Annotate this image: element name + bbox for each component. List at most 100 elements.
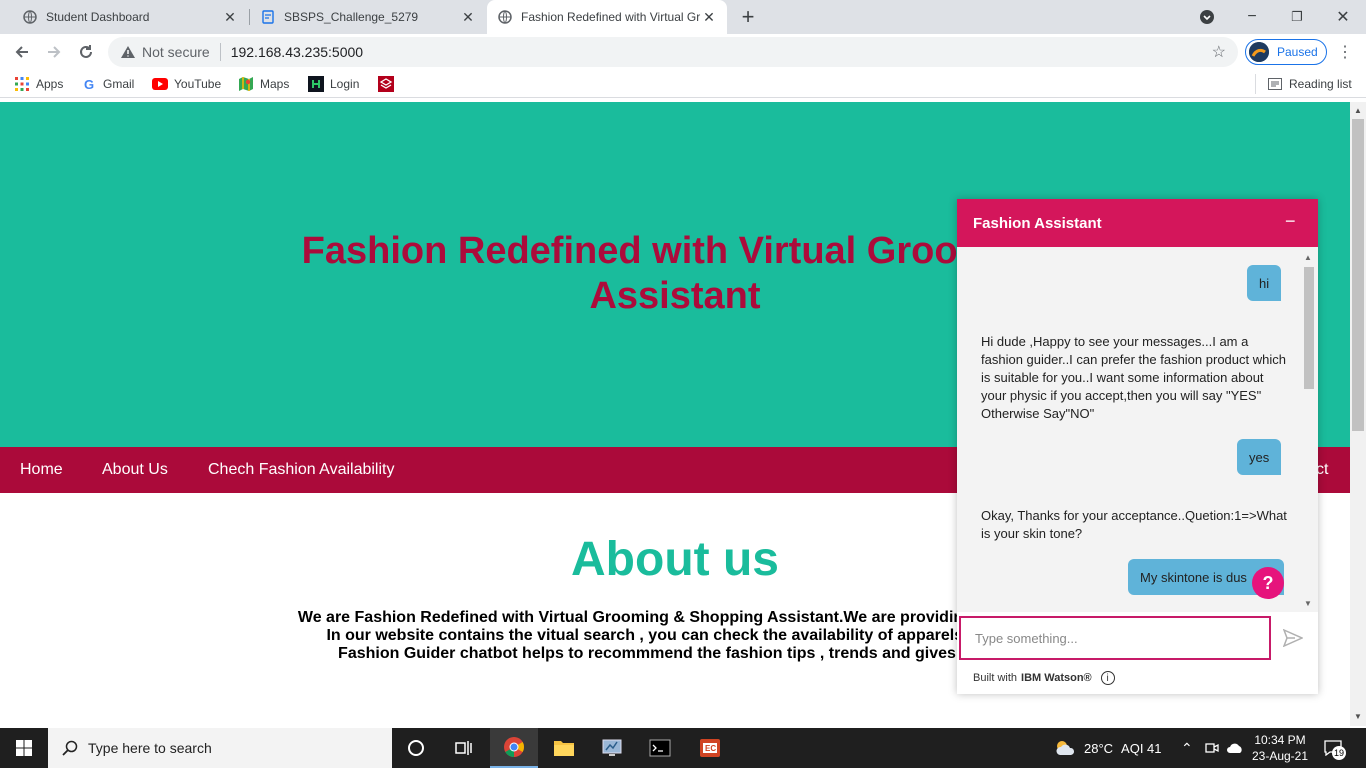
user-message: hi bbox=[1247, 265, 1282, 301]
google-icon: G bbox=[83, 76, 95, 92]
terminal-app[interactable] bbox=[636, 728, 684, 768]
globe-icon bbox=[22, 9, 38, 25]
windows-icon bbox=[16, 740, 32, 756]
send-icon bbox=[1283, 629, 1303, 647]
powerpoint-app[interactable]: EC bbox=[686, 728, 734, 768]
close-icon[interactable]: ✕ bbox=[222, 9, 238, 25]
footer-brand: IBM Watson® bbox=[1021, 672, 1092, 684]
scroll-up-icon[interactable]: ▲ bbox=[1304, 253, 1312, 262]
clock[interactable]: 10:34 PM 23-Aug-21 bbox=[1246, 728, 1314, 768]
weather-widget[interactable]: 28°C AQI 41 bbox=[1054, 728, 1162, 768]
profile-status: Paused bbox=[1277, 45, 1318, 59]
chat-widget: Fashion Assistant − hi Hi dude ,Happy to… bbox=[957, 199, 1318, 694]
task-view-icon bbox=[455, 741, 472, 755]
chat-scroll-thumb[interactable] bbox=[1304, 267, 1314, 389]
bookmark-label: Login bbox=[330, 77, 360, 91]
restore-window-button[interactable]: ❐ bbox=[1283, 3, 1311, 31]
nav-check-fashion-availability[interactable]: Chech Fashion Availability bbox=[208, 461, 394, 479]
chrome-app[interactable] bbox=[490, 728, 538, 768]
profile-button[interactable]: Paused bbox=[1245, 39, 1327, 65]
send-button[interactable] bbox=[1282, 627, 1304, 649]
tab-fashion-redefined[interactable]: Fashion Redefined with Virtual Gr ✕ bbox=[487, 0, 727, 34]
tab-sbsps-challenge[interactable]: SBSPS_Challenge_5279 ✕ bbox=[250, 0, 486, 34]
chat-input[interactable]: Type something... bbox=[959, 616, 1271, 660]
reading-list-label: Reading list bbox=[1289, 77, 1352, 91]
terminal-icon bbox=[649, 739, 671, 757]
cloud-sun-icon bbox=[1054, 739, 1078, 757]
temperature: 28°C bbox=[1084, 740, 1114, 756]
bookmark-apps[interactable]: Apps bbox=[14, 75, 63, 93]
notifications-button[interactable]: 19 bbox=[1324, 728, 1346, 768]
search-icon bbox=[62, 740, 78, 756]
notification-icon: 19 bbox=[1324, 740, 1346, 760]
clock-date: 23-Aug-21 bbox=[1251, 749, 1309, 763]
bookmark-maps[interactable]: Maps bbox=[238, 75, 289, 93]
page-scrollbar[interactable]: ▲ ▼ bbox=[1350, 102, 1366, 726]
presentation-icon: EC bbox=[700, 739, 720, 757]
control-panel-app[interactable] bbox=[588, 728, 636, 768]
address-bar[interactable]: Not secure 192.168.43.235:5000 ☆ bbox=[108, 37, 1238, 67]
onedrive-icon[interactable] bbox=[1226, 728, 1244, 768]
nav-home[interactable]: Home bbox=[20, 461, 63, 479]
browser-toolbar: Not secure 192.168.43.235:5000 ☆ Paused … bbox=[0, 34, 1366, 70]
new-tab-button[interactable]: + bbox=[734, 3, 762, 31]
tab-search-button[interactable] bbox=[1193, 3, 1221, 31]
scroll-up-icon[interactable]: ▲ bbox=[1354, 106, 1362, 115]
nav-about-us[interactable]: About Us bbox=[102, 461, 168, 479]
chat-input-placeholder: Type something... bbox=[975, 630, 1078, 646]
bookmark-label: Gmail bbox=[103, 77, 135, 91]
security-label[interactable]: Not secure bbox=[142, 44, 210, 60]
forward-button[interactable] bbox=[40, 38, 68, 66]
folder-icon bbox=[554, 741, 574, 756]
close-icon[interactable]: ✕ bbox=[701, 9, 717, 25]
chevron-up-icon[interactable]: ⌃ bbox=[1181, 728, 1193, 768]
cortana-icon bbox=[408, 740, 424, 756]
bookmark-login[interactable]: Login bbox=[308, 75, 359, 93]
minimize-chat-button[interactable]: − bbox=[1285, 211, 1296, 232]
taskbar-search[interactable]: Type here to search bbox=[48, 728, 392, 768]
globe-icon bbox=[497, 9, 513, 25]
more-menu-icon[interactable]: ⋮ bbox=[1331, 38, 1359, 66]
footer-prefix: Built with bbox=[973, 672, 1018, 684]
bookmark-label: Maps bbox=[260, 77, 290, 91]
taskbar: Type here to search EC 28°C AQI 41 ⌃ 10:… bbox=[0, 728, 1366, 768]
bookmark-label: YouTube bbox=[174, 77, 222, 91]
bookmark-youtube[interactable]: YouTube bbox=[152, 75, 221, 93]
bot-message: Hi dude ,Happy to see your messages...I … bbox=[981, 334, 1286, 421]
close-window-button[interactable]: ✕ bbox=[1329, 3, 1357, 31]
clock-time: 10:34 PM bbox=[1254, 733, 1306, 747]
bookmarks-bar: Apps G Gmail YouTube Maps Login Reading … bbox=[0, 70, 1366, 98]
reading-list-button[interactable]: Reading list bbox=[1267, 75, 1352, 93]
arrow-left-icon bbox=[15, 46, 28, 58]
file-explorer-app[interactable] bbox=[540, 728, 588, 768]
chat-title: Fashion Assistant bbox=[973, 215, 1102, 232]
minimize-window-button[interactable]: − bbox=[1238, 3, 1266, 31]
help-button[interactable]: ? bbox=[1252, 567, 1284, 599]
back-button[interactable] bbox=[8, 38, 36, 66]
notification-count: 19 bbox=[1332, 746, 1346, 760]
info-icon[interactable]: i bbox=[1100, 671, 1115, 685]
scroll-down-icon[interactable]: ▼ bbox=[1354, 712, 1362, 721]
chat-scrollbar[interactable]: ▲ ▼ bbox=[1301, 251, 1315, 611]
bookmark-gmail[interactable]: G Gmail bbox=[81, 75, 134, 93]
svg-text:EC: EC bbox=[705, 744, 716, 753]
avatar bbox=[1249, 42, 1269, 62]
bookmark-unnamed[interactable] bbox=[378, 75, 400, 93]
task-view-button[interactable] bbox=[440, 728, 488, 768]
chat-footer: Built with IBM Watson® i bbox=[973, 671, 1115, 685]
bookmark-label: Apps bbox=[36, 77, 64, 91]
red-layers-icon bbox=[378, 76, 394, 92]
tab-title: Student Dashboard bbox=[46, 10, 150, 24]
document-icon bbox=[260, 9, 276, 25]
divider bbox=[219, 43, 221, 61]
star-icon[interactable]: ☆ bbox=[1212, 42, 1226, 62]
tab-student-dashboard[interactable]: Student Dashboard ✕ bbox=[12, 0, 248, 34]
cortana-button[interactable] bbox=[392, 728, 440, 768]
meet-now-icon[interactable] bbox=[1205, 728, 1219, 768]
scroll-thumb[interactable] bbox=[1352, 119, 1364, 431]
reload-button[interactable] bbox=[72, 38, 100, 66]
windows-start-button[interactable] bbox=[0, 728, 48, 768]
scroll-down-icon[interactable]: ▼ bbox=[1304, 599, 1312, 608]
close-icon[interactable]: ✕ bbox=[460, 9, 476, 25]
url-text[interactable]: 192.168.43.235:5000 bbox=[231, 44, 363, 60]
